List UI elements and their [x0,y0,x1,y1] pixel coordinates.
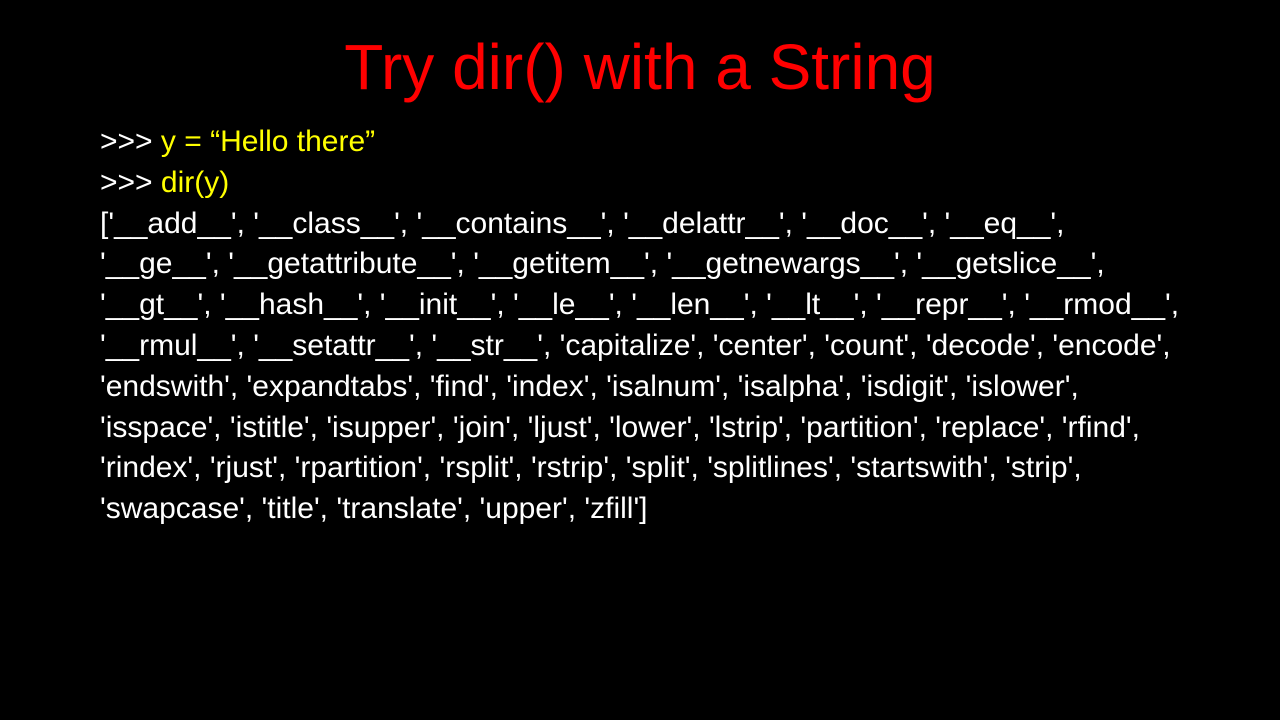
code-block: >>> y = “Hello there” >>> dir(y) ['__add… [100,122,1180,530]
code-input-1: y = “Hello there” [161,125,375,158]
code-input-2: dir(y) [161,166,229,199]
code-line-2: >>> dir(y) [100,163,1180,204]
slide-title: Try dir() with a String [100,30,1180,104]
slide-container: Try dir() with a String >>> y = “Hello t… [0,0,1280,720]
code-line-1: >>> y = “Hello there” [100,122,1180,163]
code-output: ['__add__', '__class__', '__contains__',… [100,204,1180,530]
prompt-2: >>> [100,166,161,199]
prompt-1: >>> [100,125,161,158]
